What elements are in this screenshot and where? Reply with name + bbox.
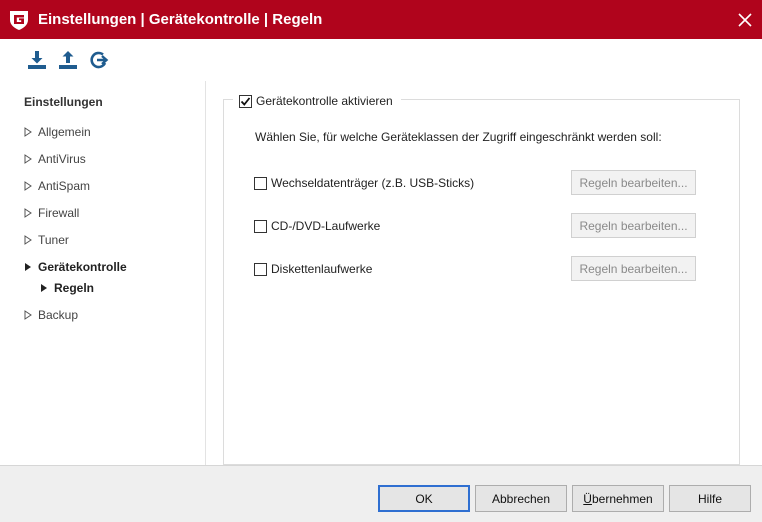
- triangle-right-filled-icon: [24, 262, 38, 272]
- sidebar-item-label: Firewall: [38, 206, 80, 220]
- cd-dvd-option[interactable]: CD-/DVD-Laufwerke: [254, 217, 380, 235]
- device-control-group: [223, 99, 740, 465]
- device-classes-description: Wählen Sie, für welche Geräteklassen der…: [255, 130, 662, 144]
- title-bar: Einstellungen | Gerätekontrolle | Regeln: [0, 0, 762, 39]
- triangle-right-outline-icon: [24, 127, 38, 137]
- sidebar-item-firewall[interactable]: Firewall: [24, 204, 79, 222]
- toolbar: [0, 39, 762, 81]
- triangle-right-outline-icon: [24, 208, 38, 218]
- triangle-right-outline-icon: [24, 154, 38, 164]
- gdata-logo-icon: [8, 9, 30, 31]
- cancel-button[interactable]: Abbrechen: [475, 485, 567, 512]
- sidebar-item-antivirus[interactable]: AntiVirus: [24, 150, 86, 168]
- sidebar-item-label: AntiSpam: [38, 179, 91, 193]
- apply-mnemonic: Ü: [583, 491, 592, 506]
- removable-media-label: Wechseldatenträger (z.B. USB-Sticks): [271, 176, 475, 190]
- removable-media-option[interactable]: Wechseldatenträger (z.B. USB-Sticks): [254, 174, 474, 192]
- sidebar-item-backup[interactable]: Backup: [24, 306, 78, 324]
- sidebar-item-geraetekontrolle[interactable]: Gerätekontrolle: [24, 258, 127, 276]
- reset-icon[interactable]: [88, 49, 110, 71]
- floppy-checkbox[interactable]: [254, 262, 267, 276]
- sidebar-item-label: AntiVirus: [38, 152, 86, 166]
- floppy-label: Diskettenlaufwerke: [271, 262, 373, 276]
- apply-label-rest: bernehmen: [591, 491, 653, 506]
- removable-media-checkbox[interactable]: [254, 176, 267, 190]
- floppy-rules-button[interactable]: Regeln bearbeiten...: [571, 256, 696, 281]
- sidebar-item-tuner[interactable]: Tuner: [24, 231, 69, 249]
- sidebar-item-regeln[interactable]: Regeln: [40, 279, 94, 297]
- sidebar-item-label: Backup: [38, 308, 79, 322]
- sidebar-heading: Einstellungen: [24, 95, 103, 109]
- sidebar-item-label: Gerätekontrolle: [38, 260, 127, 274]
- sidebar-item-allgemein[interactable]: Allgemein: [24, 123, 91, 141]
- triangle-right-outline-icon: [24, 310, 38, 320]
- triangle-right-outline-icon: [24, 235, 38, 245]
- sidebar: Einstellungen Allgemein AntiVirus AntiSp…: [0, 81, 206, 465]
- removable-media-rules-button[interactable]: Regeln bearbeiten...: [571, 170, 696, 195]
- export-icon[interactable]: [57, 49, 79, 71]
- ok-button[interactable]: OK: [378, 485, 470, 512]
- enable-device-control[interactable]: Gerätekontrolle aktivieren: [233, 92, 401, 110]
- sidebar-item-label: Tuner: [38, 233, 69, 247]
- triangle-right-outline-icon: [24, 181, 38, 191]
- triangle-right-filled-icon: [40, 283, 54, 293]
- cd-dvd-checkbox[interactable]: [254, 219, 267, 233]
- enable-device-control-label: Gerätekontrolle aktivieren: [256, 94, 393, 108]
- floppy-option[interactable]: Diskettenlaufwerke: [254, 260, 372, 278]
- dialog-footer: OK Abbrechen Übernehmen Hilfe: [0, 465, 762, 522]
- import-icon[interactable]: [26, 49, 48, 71]
- sidebar-item-label: Regeln: [54, 281, 95, 295]
- sidebar-item-antispam[interactable]: AntiSpam: [24, 177, 90, 195]
- close-icon[interactable]: [728, 0, 762, 39]
- apply-button[interactable]: Übernehmen: [572, 485, 664, 512]
- window-title: Einstellungen | Gerätekontrolle | Regeln: [38, 11, 323, 28]
- help-button[interactable]: Hilfe: [669, 485, 751, 512]
- cd-dvd-label: CD-/DVD-Laufwerke: [271, 219, 381, 233]
- enable-device-control-checkbox[interactable]: [239, 94, 252, 108]
- sidebar-item-label: Allgemein: [38, 125, 91, 139]
- cd-dvd-rules-button[interactable]: Regeln bearbeiten...: [571, 213, 696, 238]
- settings-content: Gerätekontrolle aktivieren Wählen Sie, f…: [206, 81, 762, 465]
